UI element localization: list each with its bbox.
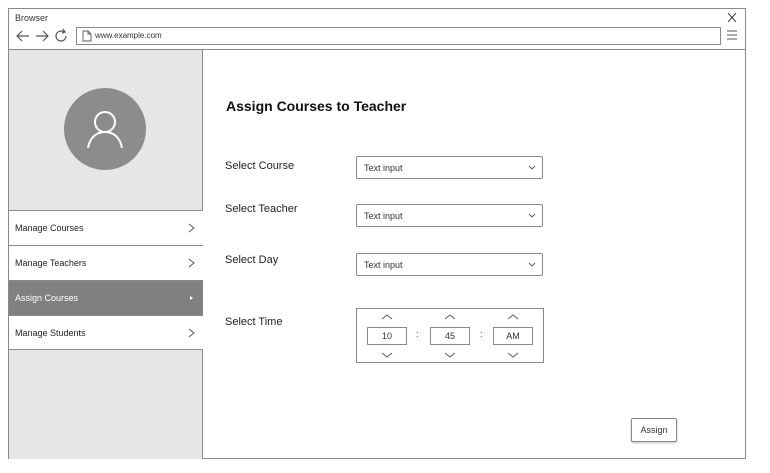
reload-icon[interactable]: [53, 28, 69, 44]
chevron-up-icon[interactable]: [444, 314, 456, 320]
sidebar-item-label: Assign Courses: [15, 293, 79, 303]
chevron-down-icon[interactable]: [381, 352, 393, 358]
chevron-up-icon[interactable]: [381, 314, 393, 320]
page-icon: [82, 30, 92, 42]
window-title: Browser: [15, 13, 49, 23]
hour-spinner: 10: [367, 309, 407, 364]
course-select[interactable]: Text input: [356, 156, 543, 179]
url-text: www.example.com: [95, 31, 162, 40]
chevron-up-icon[interactable]: [507, 314, 519, 320]
sidebar-item-manage-courses[interactable]: Manage Courses: [9, 210, 203, 245]
sidebar-menu: Manage Courses Manage Teachers Assign Co…: [9, 210, 203, 350]
chevron-down-icon[interactable]: [444, 352, 456, 358]
day-label: Select Day: [225, 254, 279, 266]
chevron-down-icon[interactable]: [507, 352, 519, 358]
address-bar[interactable]: www.example.com: [76, 27, 721, 45]
minute-field[interactable]: 45: [430, 327, 470, 345]
day-select[interactable]: Text input: [356, 253, 543, 276]
chevron-right-icon: [188, 223, 195, 233]
caret-right-icon: [190, 296, 193, 300]
course-label: Select Course: [225, 160, 295, 172]
period-field[interactable]: AM: [493, 327, 533, 345]
minute-spinner: 45: [430, 309, 470, 364]
avatar: [64, 88, 146, 170]
time-separator: :: [480, 329, 483, 339]
main-content: Assign Courses to Teacher Select Course …: [204, 50, 746, 459]
close-icon[interactable]: [726, 11, 738, 25]
hamburger-menu-icon[interactable]: [726, 29, 738, 41]
browser-window: Browser www.example.com Manage Courses M…: [8, 8, 746, 459]
forward-arrow-icon[interactable]: [34, 28, 50, 44]
sidebar-item-label: Manage Students: [15, 328, 86, 338]
teacher-label: Select Teacher: [225, 203, 298, 215]
sidebar-item-assign-courses[interactable]: Assign Courses: [9, 280, 203, 315]
page-title: Assign Courses to Teacher: [226, 98, 407, 114]
teacher-select-value: Text input: [364, 211, 403, 221]
day-select-value: Text input: [364, 260, 403, 270]
hour-field[interactable]: 10: [367, 327, 407, 345]
chevron-down-icon: [528, 262, 536, 267]
chevron-down-icon: [528, 213, 536, 218]
chevron-right-icon: [188, 328, 195, 338]
course-select-value: Text input: [364, 163, 403, 173]
time-separator: :: [416, 329, 419, 339]
sidebar-item-manage-teachers[interactable]: Manage Teachers: [9, 245, 203, 280]
sidebar: Manage Courses Manage Teachers Assign Co…: [9, 50, 203, 459]
period-spinner: AM: [493, 309, 533, 364]
sidebar-item-label: Manage Teachers: [15, 258, 87, 268]
back-arrow-icon[interactable]: [15, 28, 31, 44]
teacher-select[interactable]: Text input: [356, 204, 543, 227]
sidebar-item-label: Manage Courses: [15, 223, 84, 233]
chevron-down-icon: [528, 165, 536, 170]
time-picker: 10 : 45 : AM: [356, 308, 544, 363]
chevron-right-icon: [188, 258, 195, 268]
assign-button[interactable]: Assign: [631, 418, 677, 442]
user-icon: [87, 111, 123, 149]
time-label: Select Time: [225, 316, 283, 328]
sidebar-item-manage-students[interactable]: Manage Students: [9, 315, 203, 350]
